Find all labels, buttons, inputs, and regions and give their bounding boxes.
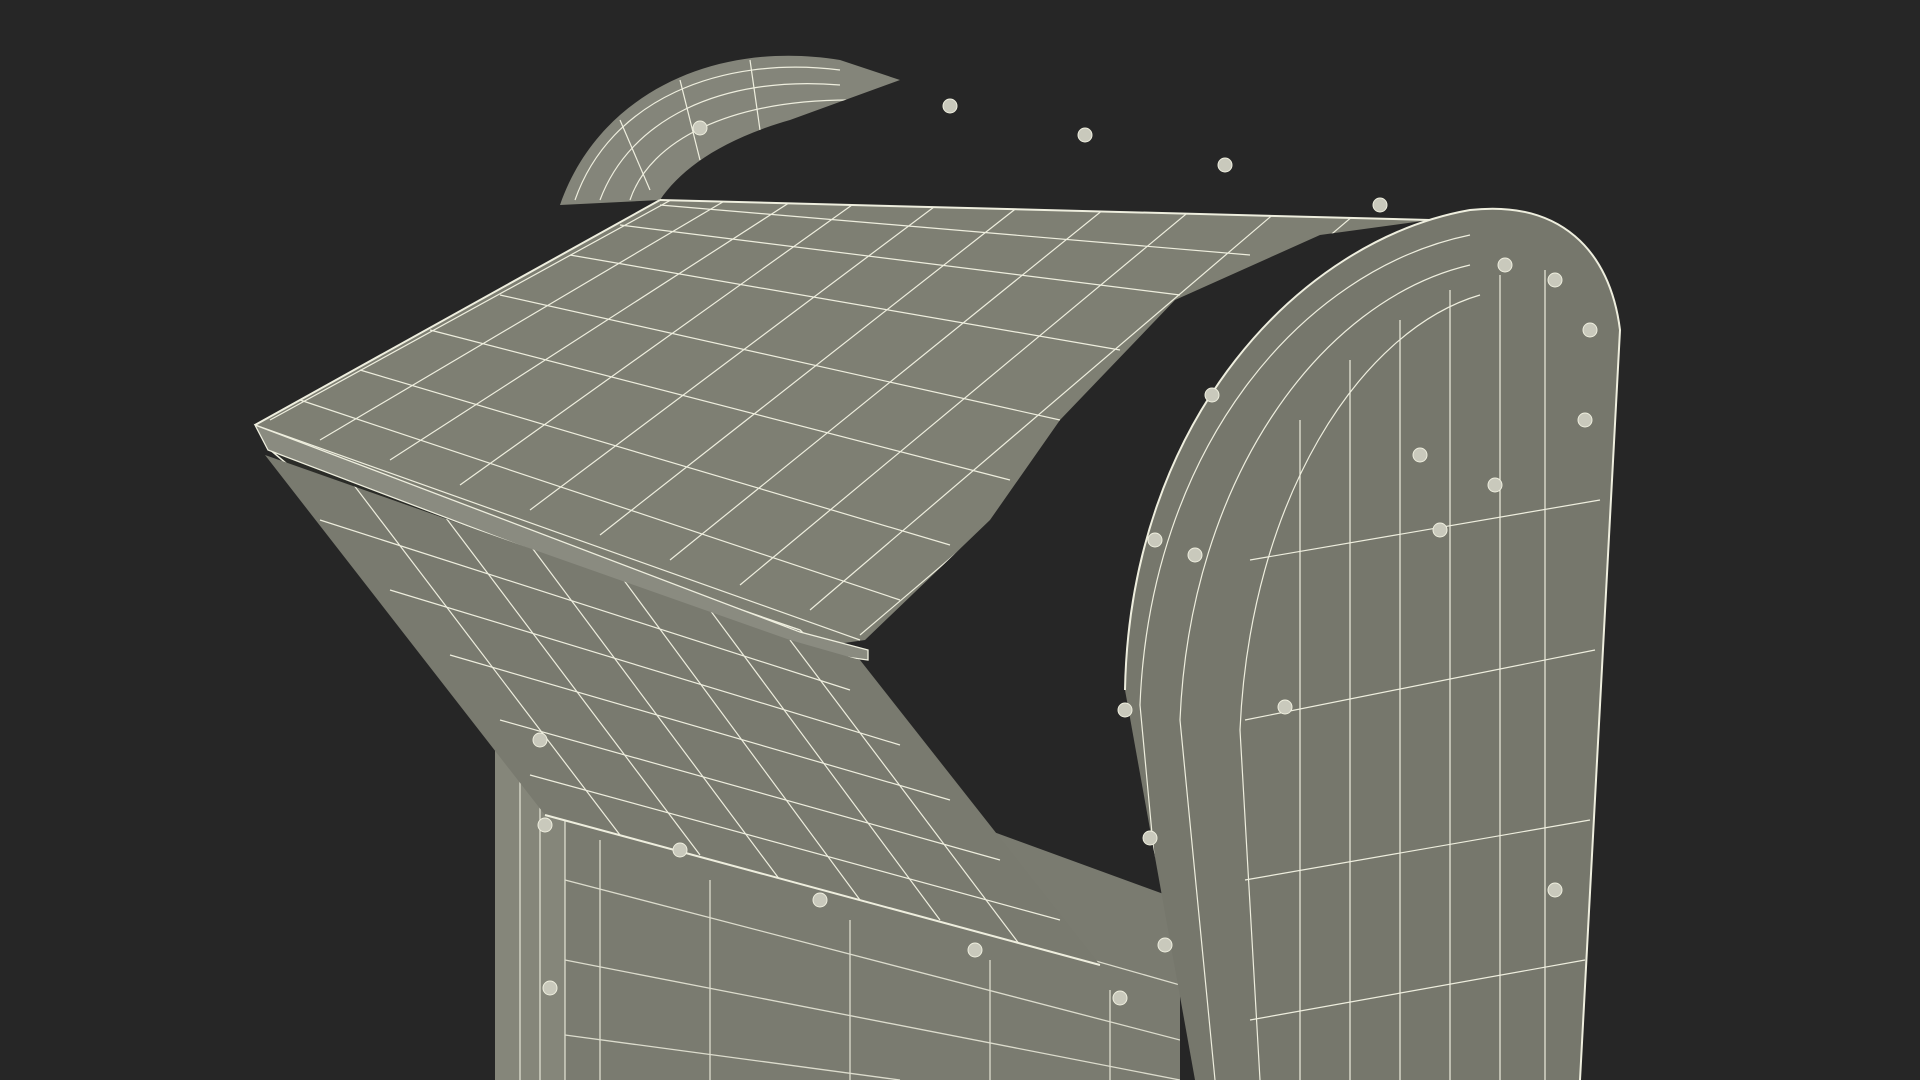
mailbox-3d-model [253,55,1622,1080]
mailbox-side-panel [1124,207,1622,1080]
mailbox-rear-arch [560,55,900,205]
render-viewport [0,0,1920,1080]
